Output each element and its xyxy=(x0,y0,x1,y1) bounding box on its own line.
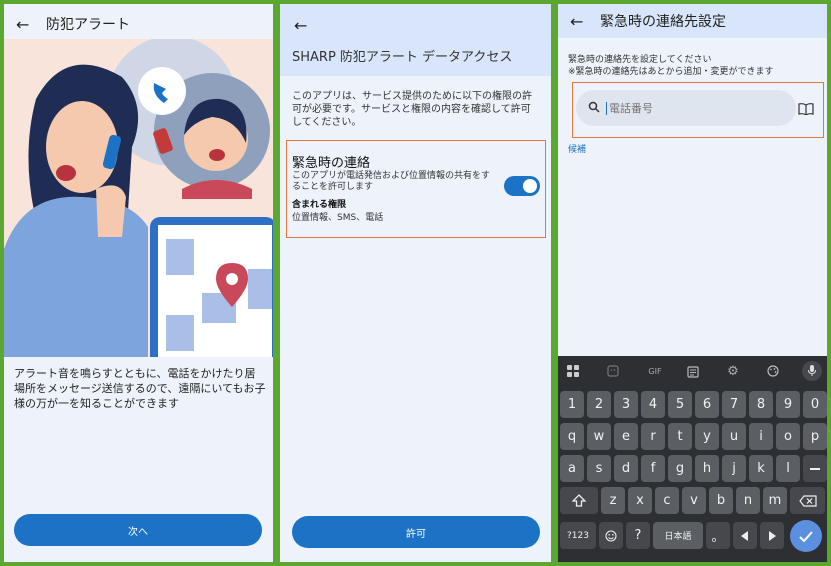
included-permissions-label: 含まれる権限 xyxy=(292,200,347,210)
key-dash[interactable] xyxy=(803,455,827,482)
key-6[interactable]: 6 xyxy=(695,391,719,418)
emoji-key[interactable] xyxy=(599,522,623,549)
key-1[interactable]: 1 xyxy=(560,391,584,418)
key-5[interactable]: 5 xyxy=(668,391,692,418)
note-text: ※緊急時の連絡先はあとから追加・変更ができます xyxy=(568,67,774,77)
key-0[interactable]: 0 xyxy=(803,391,827,418)
key-g[interactable]: g xyxy=(668,455,692,482)
feature-description: アラート音を鳴らすとともに、電話をかけたり居場所をメッセージ送信するので、遠隔に… xyxy=(14,367,266,410)
key-2[interactable]: 2 xyxy=(587,391,611,418)
key-c[interactable]: c xyxy=(655,487,679,514)
permission-toggle[interactable] xyxy=(504,176,540,196)
key-3[interactable]: 3 xyxy=(614,391,638,418)
app-bar: ← 緊急時の連絡先設定 xyxy=(558,4,827,38)
screen-data-access: ← SHARP 防犯アラート データアクセス このアプリは、サービス提供のために… xyxy=(280,4,551,562)
app-bar xyxy=(280,4,551,76)
key-j[interactable]: j xyxy=(722,455,746,482)
key-y[interactable]: y xyxy=(695,423,719,450)
page-title: 防犯アラート xyxy=(46,17,130,33)
cursor-left-key[interactable] xyxy=(733,522,757,549)
alert-illustration xyxy=(4,39,273,357)
question-key[interactable]: ? xyxy=(626,522,650,549)
soft-keyboard: GIF ⚙ 1 2 3 4 5 6 7 8 9 0 q w e r t y u xyxy=(558,356,827,562)
key-z[interactable]: z xyxy=(601,487,625,514)
key-i[interactable]: i xyxy=(749,423,773,450)
phone-number-input[interactable] xyxy=(606,101,766,115)
page-title: SHARP 防犯アラート データアクセス xyxy=(292,50,513,65)
backspace-key[interactable] xyxy=(790,487,825,514)
screen-alert-intro: ← 防犯アラート アラート音を鳴らすとともに、電話をかけたり居場所をメッセージ送… xyxy=(4,4,273,562)
key-l[interactable]: l xyxy=(776,455,800,482)
language-key[interactable]: 日本語 xyxy=(653,522,703,549)
clipboard-icon[interactable] xyxy=(684,363,702,379)
back-arrow-icon[interactable]: ← xyxy=(16,15,40,34)
phone-search-bar[interactable] xyxy=(576,90,796,126)
sticker-icon[interactable] xyxy=(604,363,622,379)
toggle-knob xyxy=(523,179,537,193)
cursor-right-key[interactable] xyxy=(760,522,784,549)
key-m[interactable]: m xyxy=(763,487,787,514)
permission-title: 緊急時の連絡 xyxy=(292,156,371,171)
permission-description: このアプリが電話発信および位置情報の共有をすることを許可します xyxy=(292,171,491,192)
key-p[interactable]: p xyxy=(803,423,827,450)
key-o[interactable]: o xyxy=(776,423,800,450)
period-key[interactable]: 。 xyxy=(706,522,730,549)
key-a[interactable]: a xyxy=(560,455,584,482)
symbols-mode-key[interactable]: ?123 xyxy=(560,522,596,549)
key-v[interactable]: v xyxy=(682,487,706,514)
key-4[interactable]: 4 xyxy=(641,391,665,418)
key-w[interactable]: w xyxy=(587,423,611,450)
address-book-icon[interactable] xyxy=(798,100,814,119)
keyboard-toolbar: GIF ⚙ xyxy=(558,356,827,386)
gif-icon[interactable]: GIF xyxy=(644,363,666,379)
app-bar: ← 防犯アラート xyxy=(4,4,273,44)
key-7[interactable]: 7 xyxy=(722,391,746,418)
back-arrow-icon[interactable]: ← xyxy=(570,12,594,31)
included-permissions-list: 位置情報、SMS、電話 xyxy=(292,213,384,223)
key-8[interactable]: 8 xyxy=(749,391,773,418)
key-9[interactable]: 9 xyxy=(776,391,800,418)
search-icon xyxy=(588,101,606,116)
key-s[interactable]: s xyxy=(587,455,611,482)
key-b[interactable]: b xyxy=(709,487,733,514)
apps-grid-icon[interactable] xyxy=(564,363,582,379)
key-d[interactable]: d xyxy=(614,455,638,482)
key-x[interactable]: x xyxy=(628,487,652,514)
microphone-icon[interactable] xyxy=(802,361,822,381)
allow-button[interactable]: 許可 xyxy=(292,516,540,548)
key-q[interactable]: q xyxy=(560,423,584,450)
shift-key[interactable] xyxy=(560,487,598,514)
back-arrow-icon[interactable]: ← xyxy=(294,16,318,35)
screen-emergency-contact: ← 緊急時の連絡先設定 緊急時の連絡先を設定してください ※緊急時の連絡先はあと… xyxy=(558,4,827,562)
confirm-check-key[interactable] xyxy=(790,520,822,552)
key-h[interactable]: h xyxy=(695,455,719,482)
key-e[interactable]: e xyxy=(614,423,638,450)
key-n[interactable]: n xyxy=(736,487,760,514)
theme-palette-icon[interactable] xyxy=(764,363,782,379)
settings-gear-icon[interactable]: ⚙ xyxy=(724,363,742,379)
candidates-label[interactable]: 候補 xyxy=(568,142,586,155)
next-button[interactable]: 次へ xyxy=(14,514,262,546)
intro-text: このアプリは、サービス提供のために以下の権限の許可が必要です。サービスと権限の内… xyxy=(292,91,532,128)
page-title: 緊急時の連絡先設定 xyxy=(600,14,726,30)
key-k[interactable]: k xyxy=(749,455,773,482)
key-t[interactable]: t xyxy=(668,423,692,450)
key-u[interactable]: u xyxy=(722,423,746,450)
key-f[interactable]: f xyxy=(641,455,665,482)
key-r[interactable]: r xyxy=(641,423,665,450)
